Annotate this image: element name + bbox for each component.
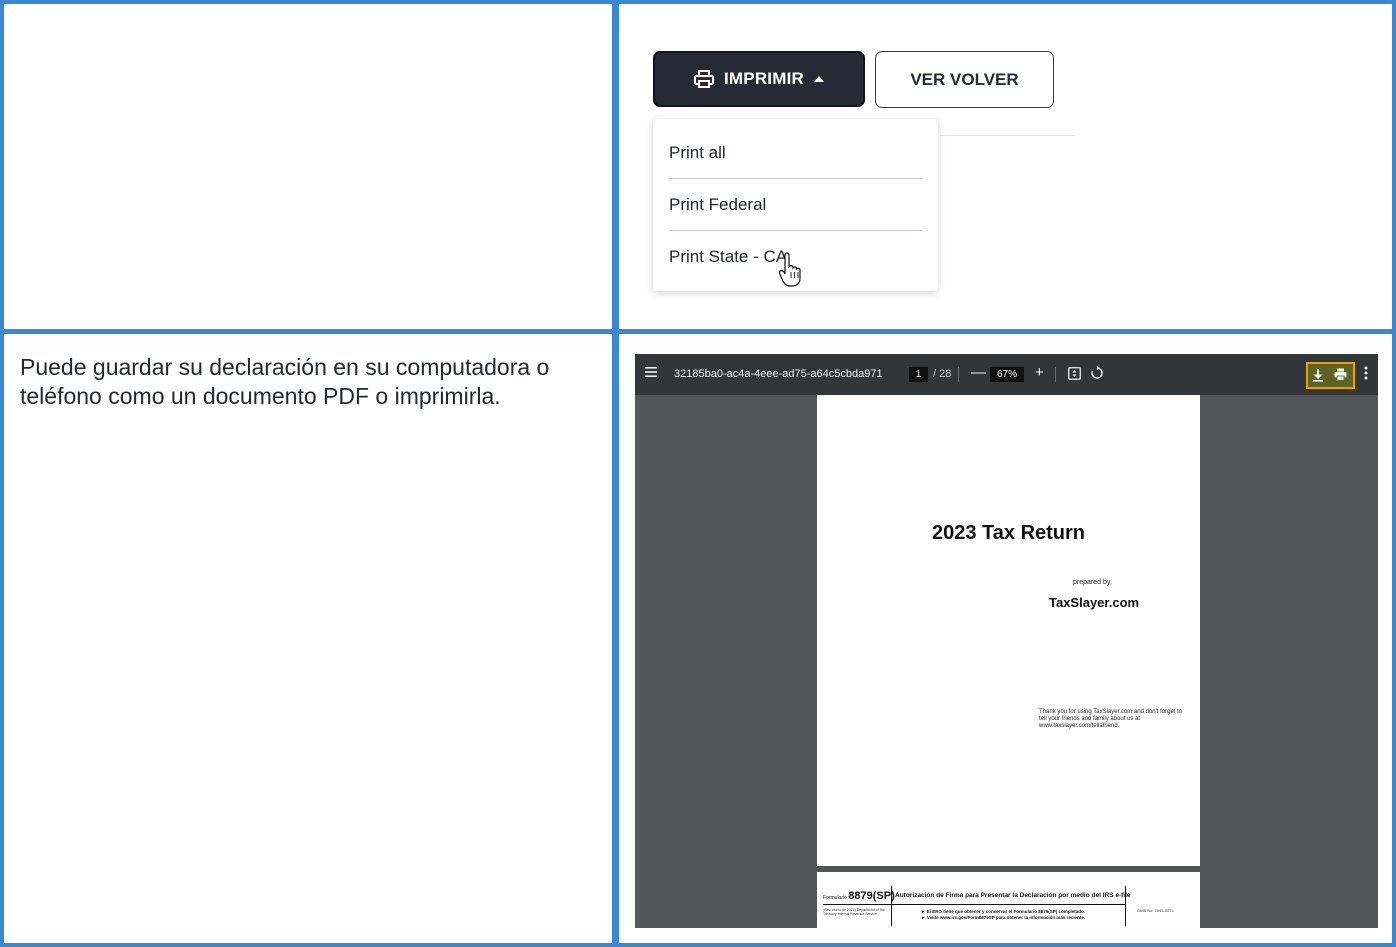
back-button-label: VER VOLVER (910, 69, 1019, 89)
menu-item-print-federal[interactable]: Print Federal (669, 179, 922, 231)
zoom-in-button[interactable]: + (1035, 364, 1044, 381)
caret-up-icon (813, 76, 824, 82)
pdf-toolbar: 32185ba0-ac4a-4eee-ad75-a64c5cbda971 1 /… (635, 354, 1378, 395)
prepared-by-text: prepared by, (1073, 579, 1112, 586)
hamburger-menu-icon[interactable] (645, 367, 657, 377)
download-icon[interactable] (1312, 368, 1324, 382)
printer-icon (694, 70, 714, 88)
form-revision: (Rev. enero de 2021) Department of the T… (823, 908, 885, 916)
rotate-icon[interactable] (1090, 366, 1104, 380)
hand-pointer-icon (778, 252, 801, 287)
menu-item-label: Print Federal (669, 195, 767, 214)
form-divider (891, 886, 892, 926)
form-heading: Autorización de Firma para Presentar la … (895, 892, 1131, 899)
form-rule (823, 904, 1125, 905)
page-number-input[interactable]: 1 (909, 367, 928, 382)
zoom-out-button[interactable]: — (971, 364, 986, 381)
print-icon[interactable] (1334, 368, 1347, 381)
zoom-level-input[interactable]: 67% (990, 367, 1024, 382)
menu-item-label: Print State - CA (669, 247, 788, 266)
pdf-file-name: 32185ba0-ac4a-4eee-ad75-a64c5cbda971 (674, 368, 883, 380)
form-divider (1125, 886, 1126, 926)
menu-item-label: Print all (669, 143, 726, 162)
page-total: / 28 (933, 368, 952, 380)
toolbar-divider (1055, 367, 1056, 382)
row-divider (0, 329, 1396, 334)
more-options-icon[interactable] (1364, 366, 1368, 380)
instruction-text: Puede guardar su declaración en su compu… (20, 354, 550, 409)
pdf-page-2: Formulario 8879(SP) Autorización de Firm… (817, 872, 1200, 928)
form-number: 8879(SP) (848, 890, 895, 902)
thanks-text: Thank you for using TaxSlayer.com and do… (1039, 709, 1183, 729)
column-divider (612, 0, 619, 947)
header-rule (940, 135, 1075, 136)
brand-text: TaxSlayer.com (1049, 595, 1140, 610)
menu-item-print-all[interactable]: Print all (669, 127, 922, 179)
toolbar-divider (958, 367, 959, 382)
pdf-viewer[interactable]: 32185ba0-ac4a-4eee-ad75-a64c5cbda971 1 /… (635, 354, 1378, 928)
print-button-label: IMPRIMIR (724, 69, 804, 88)
form-label: Formulario 8879(SP) (823, 890, 895, 902)
back-button[interactable]: VER VOLVER (875, 51, 1054, 108)
form-note: ► Visite www.irs.gov/Form8879SP para obt… (921, 915, 1086, 920)
pdf-page-1: 2023 Tax Return prepared by, TaxSlayer.c… (817, 395, 1200, 866)
form-prefix: Formulario (823, 895, 847, 901)
fit-page-icon[interactable] (1068, 367, 1081, 380)
tax-return-title: 2023 Tax Return (931, 522, 1086, 544)
form-notes: ► El ERO tiene que obtener y conservar e… (921, 909, 1131, 921)
print-button[interactable]: IMPRIMIR (653, 51, 865, 107)
omb-number: OMB No. 1545-0074 (1137, 908, 1174, 913)
